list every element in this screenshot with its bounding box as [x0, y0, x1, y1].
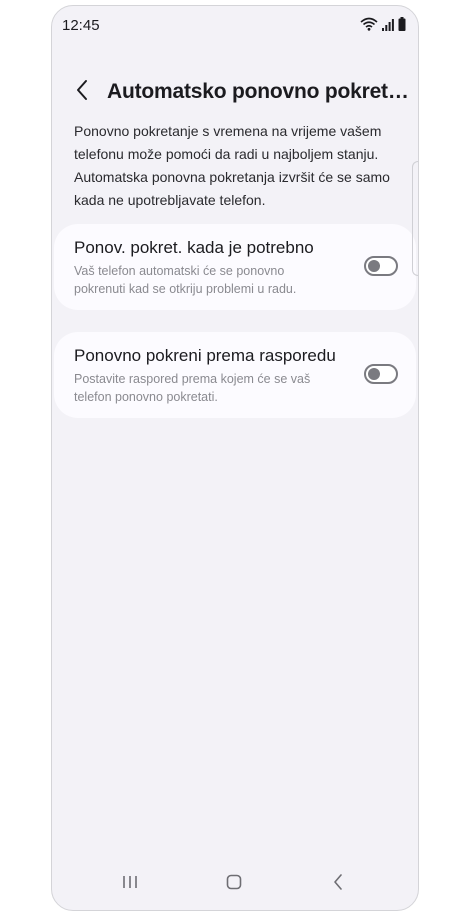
home-button[interactable] — [219, 872, 249, 896]
recents-button[interactable] — [115, 872, 145, 896]
setting-title: Ponov. pokret. kada je potrebno — [74, 238, 314, 257]
restart-on-schedule-toggle[interactable] — [364, 364, 398, 384]
recents-icon — [122, 874, 138, 895]
nav-back-button[interactable] — [323, 872, 353, 896]
scroll-indicator[interactable] — [412, 161, 418, 276]
back-icon — [332, 873, 344, 896]
page-title: Automatsko ponovno pokretanje — [107, 80, 415, 103]
navigation-bar — [52, 858, 418, 910]
status-bar: 12:45 — [52, 6, 418, 44]
phone-screen: 12:45 Automatsko ponovno pokretanje Pono… — [51, 5, 419, 911]
status-icons — [360, 17, 406, 36]
back-button[interactable] — [68, 78, 96, 106]
setting-restart-when-needed[interactable]: Ponov. pokret. kada je potrebno Vaš tele… — [54, 224, 416, 310]
setting-subtitle: Vaš telefon automatski će se ponovno pok… — [74, 264, 297, 296]
chevron-left-icon — [75, 79, 89, 106]
header: Automatsko ponovno pokretanje — [52, 72, 418, 114]
battery-icon — [398, 17, 406, 36]
toggle-knob — [368, 260, 380, 272]
toggle-knob — [368, 368, 380, 380]
description-text: Ponovno pokretanje s vremena na vrijeme … — [74, 123, 390, 208]
wifi-icon — [360, 17, 378, 36]
setting-restart-on-schedule[interactable]: Ponovno pokreni prema rasporedu Postavit… — [54, 332, 416, 418]
home-icon — [226, 874, 242, 895]
setting-subtitle: Postavite raspored prema kojem će se vaš… — [74, 372, 311, 404]
restart-when-needed-toggle[interactable] — [364, 256, 398, 276]
status-time: 12:45 — [62, 17, 100, 34]
signal-icon — [382, 18, 394, 36]
setting-title: Ponovno pokreni prema rasporedu — [74, 346, 336, 365]
